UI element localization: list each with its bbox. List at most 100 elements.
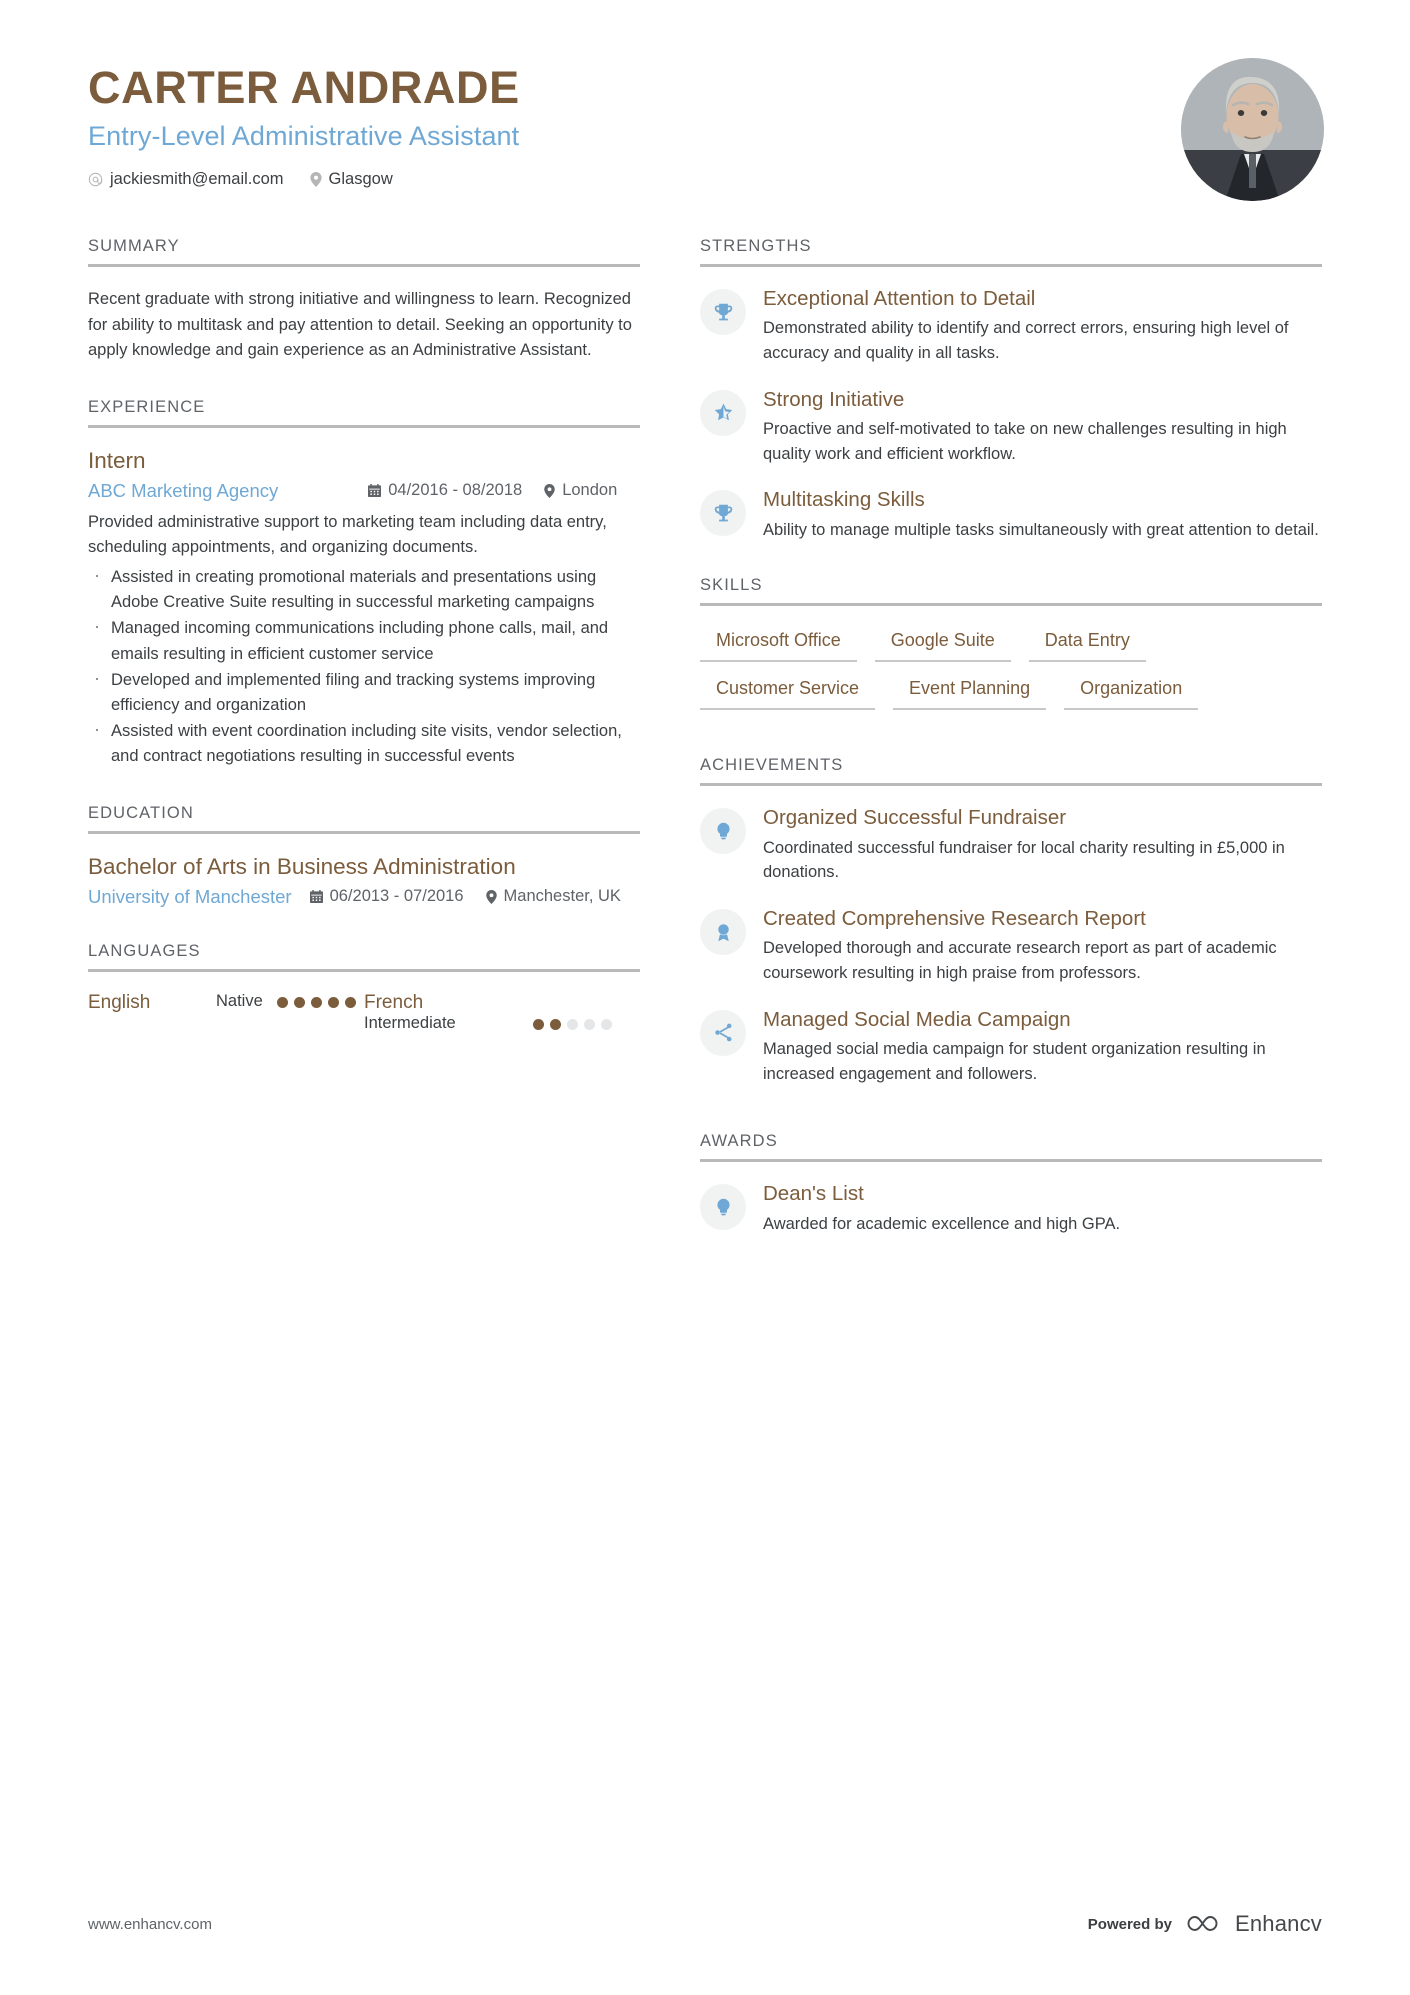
strength-description: Ability to manage multiple tasks simulta…: [763, 520, 1319, 539]
strength-description: Proactive and self-motivated to take on …: [763, 419, 1287, 463]
section-heading-skills: SKILLS: [700, 576, 763, 595]
section-divider: [88, 264, 640, 267]
footer-url[interactable]: www.enhancv.com: [88, 1916, 212, 1933]
contact-location-text: Glasgow: [328, 170, 393, 189]
list-item: Developed and implemented filing and tra…: [88, 665, 640, 718]
achievement-description: Developed thorough and accurate research…: [763, 939, 1277, 982]
achievement-item: Organized Successful Fundraiser Coordina…: [700, 806, 1322, 885]
experience-description: Provided administrative support to marke…: [88, 512, 607, 557]
summary-text: Recent graduate with strong initiative a…: [88, 290, 632, 360]
trophy-icon: [700, 490, 746, 537]
education-entry: Bachelor of Arts in Business Administrat…: [88, 854, 640, 908]
experience-organization: ABC Marketing Agency: [88, 479, 279, 501]
rating-dot: [344, 996, 356, 1008]
section-heading-education: EDUCATION: [88, 803, 194, 822]
achievement-title: Created Comprehensive Research Report: [763, 907, 1146, 930]
languages-list: English Native French Intermediate: [88, 992, 640, 1033]
strength-description: Demonstrated ability to identify and cor…: [763, 319, 1289, 362]
map-pin-icon: [544, 483, 555, 498]
skill-tag: Customer Service: [700, 674, 876, 711]
section-achievements: ACHIEVEMENTS Organized Successful Fundra…: [700, 756, 1322, 1086]
strength-title: Multitasking Skills: [763, 488, 925, 512]
star-half-icon: [700, 389, 746, 436]
section-divider: [700, 1159, 1322, 1163]
section-awards: AWARDS Dean's List Awarded for academic …: [700, 1132, 1322, 1236]
resume-header: CARTER ANDRADE Entry-Level Administrativ…: [0, 0, 1410, 201]
rating-dot: [310, 996, 322, 1008]
left-column: SUMMARY Recent graduate with strong init…: [88, 237, 640, 1270]
lightbulb-icon: [700, 808, 746, 855]
list-item: Assisted in creating promotional materia…: [88, 562, 640, 615]
language-level: Native: [216, 991, 263, 1010]
education-dates-text: 06/2013 - 07/2016: [329, 887, 464, 906]
section-experience: EXPERIENCE Intern ABC Marketing Agency 0…: [88, 398, 640, 770]
footer-brand-area: Powered by Enhancv: [1088, 1911, 1322, 1937]
achievement-title: Managed Social Media Campaign: [763, 1007, 1071, 1031]
language-item: English Native: [88, 992, 364, 1033]
skill-tag: Google Suite: [874, 626, 1011, 663]
education-location-text: Manchester, UK: [503, 887, 621, 906]
language-level: Intermediate: [364, 1013, 456, 1032]
language-rating-dots: [532, 1018, 612, 1030]
share-nodes-icon: [700, 1009, 746, 1056]
section-skills: SKILLS Microsoft Office Google Suite Dat…: [700, 576, 1322, 711]
experience-location-text: London: [562, 481, 618, 500]
section-heading-languages: LANGUAGES: [88, 941, 201, 960]
achievement-description: Managed social media campaign for studen…: [763, 1039, 1266, 1083]
resume-body: SUMMARY Recent graduate with strong init…: [0, 237, 1410, 1270]
section-heading-strengths: STRENGTHS: [700, 237, 812, 255]
contact-email-text: jackiesmith@email.com: [110, 170, 284, 189]
skill-tag: Organization: [1064, 674, 1199, 711]
award-description: Awarded for academic excellence and high…: [763, 1214, 1121, 1233]
section-divider: [700, 603, 1322, 607]
section-divider: [700, 783, 1322, 787]
map-pin-icon: [309, 172, 322, 188]
language-rating-dots: [276, 996, 356, 1008]
skill-tag: Microsoft Office: [700, 626, 857, 663]
language-rating-wrap: Intermediate: [364, 992, 640, 1033]
rating-dot: [566, 1018, 578, 1030]
section-divider: [700, 264, 1322, 267]
experience-bullets: Assisted in creating promotional materia…: [88, 562, 640, 770]
section-heading-awards: AWARDS: [700, 1132, 778, 1151]
resume-page: CARTER ANDRADE Entry-Level Administrativ…: [0, 0, 1410, 1995]
contact-email[interactable]: jackiesmith@email.com: [88, 170, 284, 189]
strength-item: Multitasking Skills Ability to manage mu…: [700, 488, 1322, 542]
education-meta: University of Manchester 06/2013 - 07/20…: [88, 886, 640, 908]
experience-entry: Intern ABC Marketing Agency 04/2016 - 08…: [88, 448, 640, 770]
award-item: Dean's List Awarded for academic excelle…: [700, 1182, 1322, 1236]
education-dates: 06/2013 - 07/2016: [309, 887, 464, 906]
education-school: University of Manchester: [88, 885, 292, 907]
rating-dot: [276, 996, 288, 1008]
strength-title: Exceptional Attention to Detail: [763, 287, 1036, 310]
experience-dates-text: 04/2016 - 08/2018: [388, 481, 523, 500]
map-pin-icon: [485, 889, 497, 904]
achievement-description: Coordinated successful fundraiser for lo…: [763, 838, 1285, 882]
skill-tag: Data Entry: [1028, 626, 1146, 663]
experience-meta: ABC Marketing Agency 04/2016 - 08/2018 L…: [88, 480, 640, 502]
section-education: EDUCATION Bachelor of Arts in Business A…: [88, 804, 640, 908]
language-item: French Intermediate: [364, 992, 640, 1033]
language-name: English: [88, 991, 151, 1013]
lightbulb-icon: [700, 1184, 746, 1231]
language-name: French: [364, 991, 424, 1013]
rating-dot: [549, 1018, 561, 1030]
at-icon: [88, 172, 103, 187]
experience-location: London: [544, 481, 617, 500]
language-rating-wrap: Native: [216, 992, 364, 1011]
header-identity: CARTER ANDRADE Entry-Level Administrativ…: [88, 58, 520, 189]
contact-row: jackiesmith@email.com Glasgow: [88, 170, 520, 189]
list-item: Assisted with event coordination includi…: [88, 716, 640, 769]
calendar-icon: [368, 484, 382, 498]
achievement-item: Created Comprehensive Research Report De…: [700, 907, 1322, 986]
trophy-icon: [700, 289, 746, 335]
strength-item: Exceptional Attention to Detail Demonstr…: [700, 287, 1322, 366]
job-title: Entry-Level Administrative Assistant: [88, 121, 520, 152]
strength-title: Strong Initiative: [763, 387, 905, 411]
section-heading-summary: SUMMARY: [88, 237, 180, 255]
education-degree: Bachelor of Arts in Business Administrat…: [88, 853, 516, 879]
experience-job-title: Intern: [88, 447, 146, 473]
powered-by-label: Powered by: [1087, 1915, 1172, 1933]
right-column: STRENGTHS Exceptional Attention to Detai…: [700, 237, 1322, 1270]
rating-dot: [327, 996, 339, 1008]
